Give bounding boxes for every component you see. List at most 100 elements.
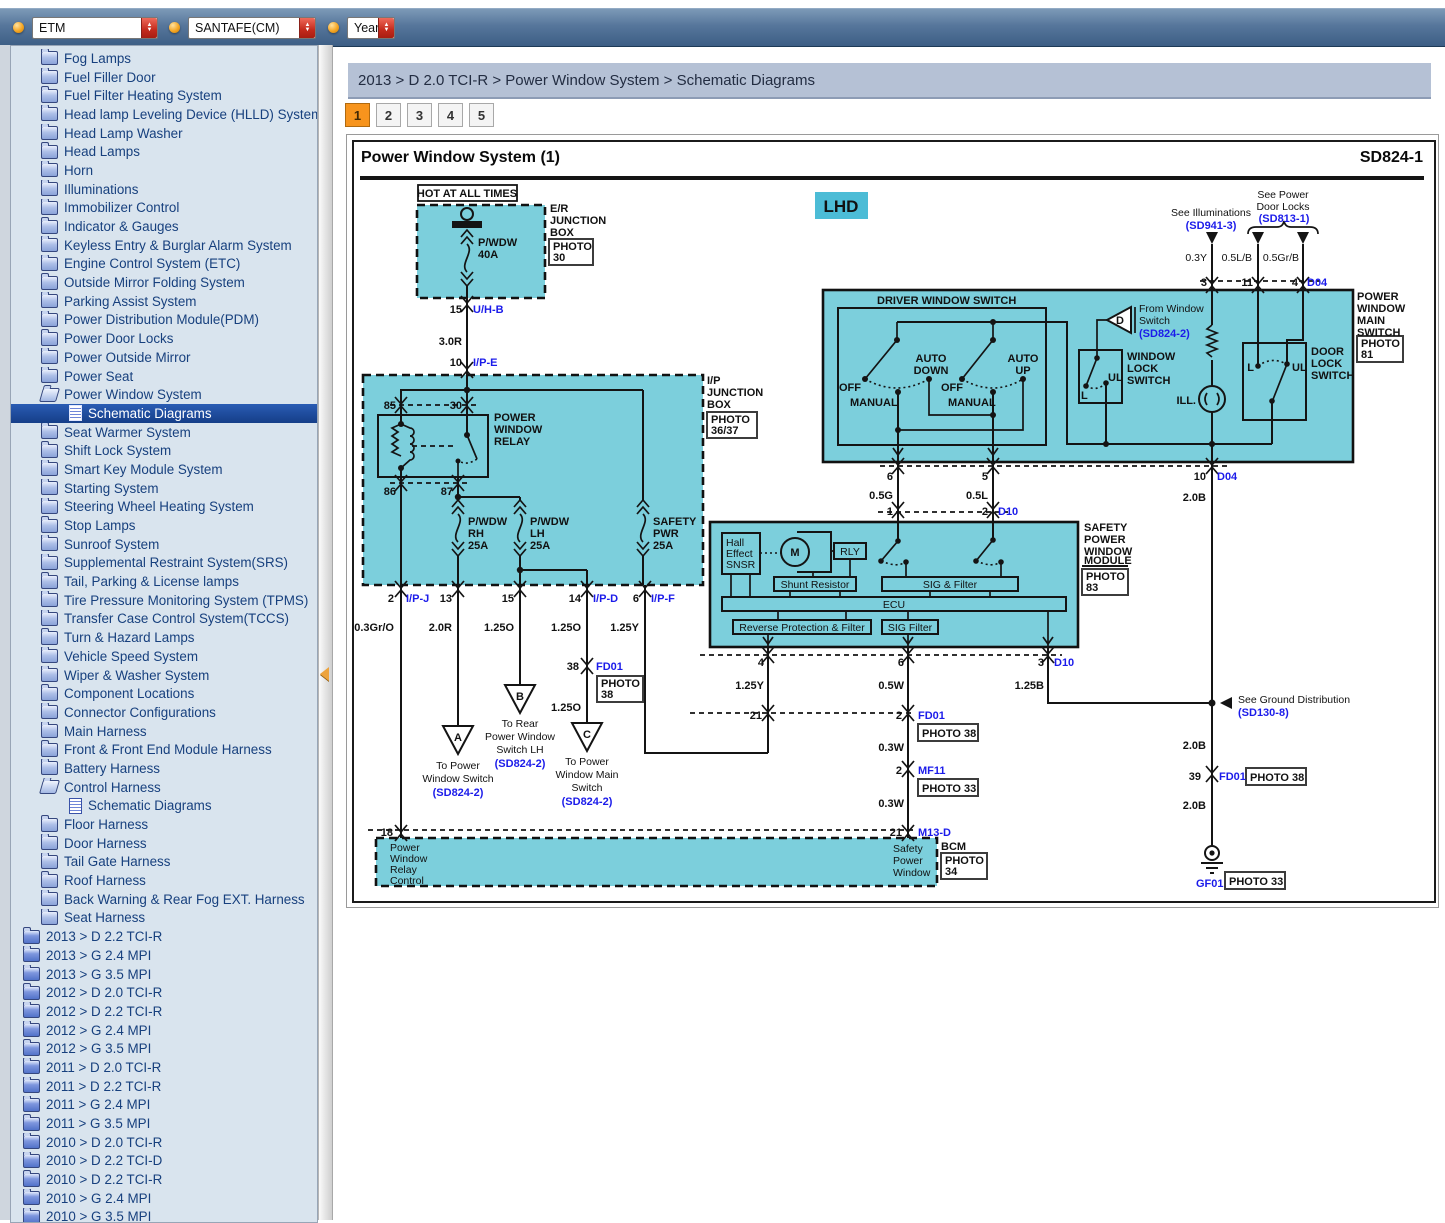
stepper-icon[interactable]: ▲▼ bbox=[378, 18, 394, 38]
sidebar-item[interactable]: 2012 > G 3.5 MPI bbox=[11, 1039, 317, 1058]
sidebar-item[interactable]: Indicator & Gauges bbox=[11, 217, 317, 236]
svg-text:2: 2 bbox=[388, 593, 394, 605]
svg-text:See Power: See Power bbox=[1257, 189, 1309, 201]
etm-select[interactable]: ETM ▲▼ bbox=[32, 17, 158, 39]
sidebar-item[interactable]: Floor Harness bbox=[11, 815, 317, 834]
sidebar-item[interactable]: 2011 > G 3.5 MPI bbox=[11, 1114, 317, 1133]
sidebar-item[interactable]: Stop Lamps bbox=[11, 516, 317, 535]
page-tab-4[interactable]: 4 bbox=[438, 103, 463, 127]
sidebar-item[interactable]: Transfer Case Control System(TCCS) bbox=[11, 610, 317, 629]
sidebar-item[interactable]: Tire Pressure Monitoring System (TPMS) bbox=[11, 591, 317, 610]
svg-text:SNSR: SNSR bbox=[726, 559, 756, 571]
sidebar-item[interactable]: Door Harness bbox=[11, 834, 317, 853]
sidebar-item[interactable]: Tail, Parking & License lamps bbox=[11, 572, 317, 591]
sidebar-item[interactable]: Control Harness bbox=[11, 778, 317, 797]
page-tab-5[interactable]: 5 bbox=[469, 103, 494, 127]
sidebar-item[interactable]: Starting System bbox=[11, 479, 317, 498]
stepper-icon[interactable]: ▲▼ bbox=[141, 18, 157, 38]
sidebar-item[interactable]: Main Harness bbox=[11, 722, 317, 741]
sidebar-item[interactable]: 2010 > G 3.5 MPI bbox=[11, 1208, 317, 1223]
sidebar-item[interactable]: Head Lamp Washer bbox=[11, 124, 317, 143]
sidebar-item[interactable]: Immobilizer Control bbox=[11, 199, 317, 218]
sidebar-item-label: Steering Wheel Heating System bbox=[64, 499, 254, 514]
svg-text:MANUAL: MANUAL bbox=[948, 397, 996, 409]
model-select[interactable]: SANTAFE(CM) ▲▼ bbox=[188, 17, 316, 39]
svg-text:2: 2 bbox=[982, 506, 988, 518]
sidebar-item[interactable]: Component Locations bbox=[11, 684, 317, 703]
sidebar-item-label: Tire Pressure Monitoring System (TPMS) bbox=[64, 593, 308, 608]
sidebar-item[interactable]: Head lamp Leveling Device (HLLD) System bbox=[11, 105, 317, 124]
sidebar-item[interactable]: Front & Front End Module Harness bbox=[11, 740, 317, 759]
sidebar-item[interactable]: 2012 > G 2.4 MPI bbox=[11, 1021, 317, 1040]
sidebar-splitter[interactable] bbox=[318, 45, 333, 1220]
sidebar-item[interactable]: Fuel Filler Door bbox=[11, 68, 317, 87]
folder-icon bbox=[41, 369, 58, 383]
sidebar-item-label: 2010 > G 3.5 MPI bbox=[46, 1209, 151, 1223]
sidebar-item[interactable]: Parking Assist System bbox=[11, 292, 317, 311]
sidebar-item[interactable]: Fuel Filter Heating System bbox=[11, 86, 317, 105]
sidebar-item[interactable]: Steering Wheel Heating System bbox=[11, 498, 317, 517]
sidebar-item-label: Fuel Filter Heating System bbox=[64, 88, 222, 103]
sidebar-item[interactable]: 2010 > G 2.4 MPI bbox=[11, 1189, 317, 1208]
sidebar-item[interactable]: Power Seat bbox=[11, 367, 317, 386]
year-select[interactable]: Year ▲▼ bbox=[347, 17, 395, 39]
folder2-icon bbox=[23, 1004, 40, 1018]
sidebar-item-label: Schematic Diagrams bbox=[88, 798, 212, 813]
svg-text:DRIVER WINDOW SWITCH: DRIVER WINDOW SWITCH bbox=[877, 295, 1016, 307]
sidebar-item[interactable]: Wiper & Washer System bbox=[11, 666, 317, 685]
sidebar-item[interactable]: Connector Configurations bbox=[11, 703, 317, 722]
sidebar-item[interactable]: Schematic Diagrams bbox=[11, 404, 317, 423]
sidebar-item[interactable]: 2012 > D 2.0 TCI-R bbox=[11, 983, 317, 1002]
sidebar-item[interactable]: 2013 > D 2.2 TCI-R bbox=[11, 927, 317, 946]
sidebar-item-label: 2011 > D 2.0 TCI-R bbox=[46, 1060, 161, 1075]
sidebar-item[interactable]: Shift Lock System bbox=[11, 441, 317, 460]
folder2-icon bbox=[23, 1023, 40, 1037]
sidebar-item[interactable]: 2012 > D 2.2 TCI-R bbox=[11, 1002, 317, 1021]
sidebar-item[interactable]: 2011 > G 2.4 MPI bbox=[11, 1096, 317, 1115]
page-tab-3[interactable]: 3 bbox=[407, 103, 432, 127]
sidebar-item[interactable]: Engine Control System (ETC) bbox=[11, 255, 317, 274]
sidebar-item[interactable]: 2010 > D 2.2 TCI-D bbox=[11, 1152, 317, 1171]
sidebar-item[interactable]: Head Lamps bbox=[11, 142, 317, 161]
svg-text:1.25O: 1.25O bbox=[551, 702, 581, 714]
sidebar-item[interactable]: Seat Harness bbox=[11, 909, 317, 928]
folder-icon bbox=[41, 276, 58, 290]
sidebar-item[interactable]: Roof Harness bbox=[11, 871, 317, 890]
sidebar-item[interactable]: Power Distribution Module(PDM) bbox=[11, 311, 317, 330]
folder2-icon bbox=[23, 1042, 40, 1056]
sidebar-item[interactable]: Sunroof System bbox=[11, 535, 317, 554]
sidebar-item[interactable]: Horn bbox=[11, 161, 317, 180]
sidebar-item[interactable]: Fog Lamps bbox=[11, 49, 317, 68]
sidebar-item[interactable]: 2010 > D 2.2 TCI-R bbox=[11, 1170, 317, 1189]
stepper-icon[interactable]: ▲▼ bbox=[299, 18, 315, 38]
collapse-sidebar-icon[interactable] bbox=[320, 667, 329, 681]
sidebar-item[interactable]: 2013 > G 2.4 MPI bbox=[11, 946, 317, 965]
sidebar-item[interactable]: Back Warning & Rear Fog EXT. Harness bbox=[11, 890, 317, 909]
sidebar-item[interactable]: 2013 > G 3.5 MPI bbox=[11, 965, 317, 984]
page-tab-2[interactable]: 2 bbox=[376, 103, 401, 127]
svg-text:PHOTO 33: PHOTO 33 bbox=[1229, 876, 1283, 888]
sidebar-item[interactable]: Supplemental Restraint System(SRS) bbox=[11, 554, 317, 573]
sidebar-item[interactable]: 2011 > D 2.2 TCI-R bbox=[11, 1077, 317, 1096]
sidebar-item[interactable]: Tail Gate Harness bbox=[11, 853, 317, 872]
sidebar-item[interactable]: Schematic Diagrams bbox=[11, 797, 317, 816]
svg-text:0.5L: 0.5L bbox=[966, 490, 988, 502]
sidebar-item[interactable]: 2010 > D 2.0 TCI-R bbox=[11, 1133, 317, 1152]
page-tab-1[interactable]: 1 bbox=[345, 103, 370, 127]
etm-select-value: ETM bbox=[33, 21, 141, 35]
sidebar-item[interactable]: Battery Harness bbox=[11, 759, 317, 778]
sidebar-item[interactable]: 2011 > D 2.0 TCI-R bbox=[11, 1058, 317, 1077]
sidebar-item[interactable]: Vehicle Speed System bbox=[11, 647, 317, 666]
sidebar-item[interactable]: Power Door Locks bbox=[11, 329, 317, 348]
sidebar-item[interactable]: Outside Mirror Folding System bbox=[11, 273, 317, 292]
sidebar-item[interactable]: Keyless Entry & Burglar Alarm System bbox=[11, 236, 317, 255]
sidebar-item[interactable]: Power Window System bbox=[11, 385, 317, 404]
svg-text:2.0B: 2.0B bbox=[1183, 740, 1206, 752]
sidebar-item[interactable]: Smart Key Module System bbox=[11, 460, 317, 479]
sidebar-item-label: Component Locations bbox=[64, 686, 194, 701]
sidebar-item[interactable]: Seat Warmer System bbox=[11, 423, 317, 442]
sidebar-item[interactable]: Power Outside Mirror bbox=[11, 348, 317, 367]
sidebar-item[interactable]: Illuminations bbox=[11, 180, 317, 199]
sidebar-item[interactable]: Turn & Hazard Lamps bbox=[11, 628, 317, 647]
svg-text:10: 10 bbox=[1194, 471, 1206, 483]
